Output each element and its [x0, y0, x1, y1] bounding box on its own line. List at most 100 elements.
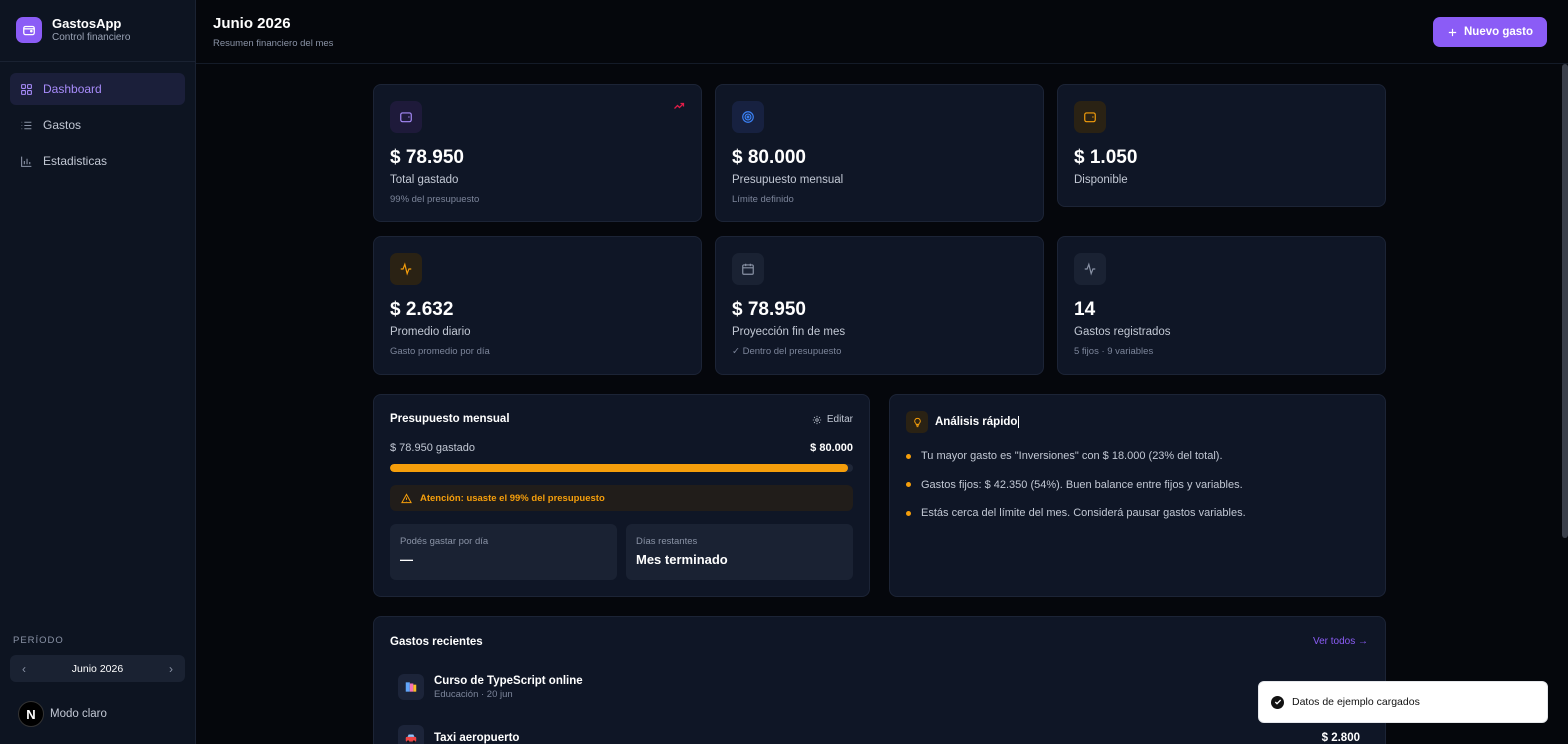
divider — [0, 61, 195, 62]
period-label: PERÍODO — [13, 635, 64, 646]
expense-name: Curso de TypeScript online — [434, 674, 583, 687]
wallet-icon — [1074, 101, 1106, 133]
app-subtitle: Control financiero — [52, 32, 131, 43]
edit-label: Editar — [826, 414, 853, 425]
analysis-header: Análisis rápido — [906, 411, 1020, 433]
stat-value: $ 1.050 — [1074, 147, 1138, 168]
budget-spent: $ 78.950 gastado — [390, 442, 476, 454]
page-subtitle: Resumen financiero del mes — [213, 38, 334, 49]
see-all-link[interactable]: Ver todos → — [1313, 636, 1368, 647]
recent-expenses-card: Gastos recientes Ver todos → Curso de Ty… — [373, 616, 1386, 744]
sidebar-item-gastos[interactable]: Gastos — [10, 109, 185, 141]
target-icon — [732, 101, 764, 133]
stat-value: $ 78.950 — [732, 299, 806, 320]
trending-up-icon — [674, 102, 685, 109]
stat-hint: 99% del presupuesto — [390, 194, 480, 205]
scrollbar[interactable] — [1562, 64, 1568, 538]
chevron-left-icon[interactable]: ‹ — [22, 662, 26, 676]
toast-message: Datos de ejemplo cargados — [1292, 696, 1420, 708]
stat-card-budget: $ 80.000 Presupuesto mensual Límite defi… — [715, 84, 1044, 222]
toast-notification: Datos de ejemplo cargados — [1258, 681, 1548, 723]
days-left-box: Días restantes Mes terminado — [626, 524, 853, 580]
chevron-right-icon[interactable]: › — [169, 662, 173, 676]
warning-text: Atención: usaste el 99% del presupuesto — [420, 492, 605, 504]
stat-label: Total gastado — [390, 174, 459, 186]
stat-value: 14 — [1074, 299, 1096, 320]
stat-label: Disponible — [1074, 174, 1128, 186]
bullet-dot — [906, 482, 911, 487]
budget-total: $ 80.000 — [810, 442, 853, 454]
bar-chart-icon — [21, 156, 32, 167]
days-left-label: Días restantes — [636, 536, 698, 547]
sidebar-item-label: Gastos — [43, 118, 82, 132]
edit-budget-button[interactable]: Editar — [812, 414, 853, 425]
stat-card-total: $ 78.950 Total gastado 99% del presupues… — [373, 84, 702, 222]
gear-icon — [812, 415, 822, 424]
lightbulb-icon — [906, 411, 928, 433]
stat-hint: 5 fijos · 9 variables — [1074, 346, 1154, 357]
stat-label: Promedio diario — [390, 326, 471, 338]
calendar-icon — [732, 253, 764, 285]
activity-icon — [1074, 253, 1106, 285]
analysis-text: Gastos fijos: $ 42.350 (54%). Buen balan… — [921, 478, 1243, 491]
period-value: Junio 2026 — [71, 662, 124, 675]
stat-hint: Límite definido — [732, 194, 794, 205]
expense-meta: Educación · 20 jun — [434, 688, 513, 700]
theme-toggle-label: Modo claro — [50, 708, 107, 720]
list-item: Tu mayor gasto es "Inversiones" con $ 18… — [906, 449, 1246, 463]
stat-hint: ✓ Dentro del presupuesto — [732, 346, 842, 357]
page-header: Junio 2026 Resumen financiero del mes Nu… — [196, 0, 1568, 64]
per-day-label: Podés gastar por día — [400, 536, 489, 547]
stat-value: $ 2.632 — [390, 299, 454, 320]
stat-hint: Gasto promedio por día — [390, 346, 490, 357]
budget-warning: Atención: usaste el 99% del presupuesto — [390, 485, 853, 511]
books-icon — [398, 674, 424, 700]
analysis-text: Estás cerca del límite del mes. Consider… — [921, 507, 1246, 519]
analysis-list: Tu mayor gasto es "Inversiones" con $ 18… — [906, 449, 1246, 535]
expense-amount: $ 2.800 — [1321, 732, 1360, 744]
period-selector: ‹ Junio 2026 › — [10, 655, 185, 682]
list-item: Gastos fijos: $ 42.350 (54%). Buen balan… — [906, 478, 1246, 492]
wallet-logo-icon — [16, 17, 42, 43]
sidebar: GastosApp Control financiero Dashboard G… — [0, 0, 196, 744]
stat-card-daily-average: $ 2.632 Promedio diario Gasto promedio p… — [373, 236, 702, 375]
list-item[interactable]: Taxi aeropuerto — [398, 723, 519, 744]
analysis-card: Análisis rápido Tu mayor gasto es "Inver… — [889, 394, 1386, 597]
warning-icon — [401, 492, 412, 503]
sidebar-item-label: Estadisticas — [43, 154, 108, 168]
list-item: Estás cerca del límite del mes. Consider… — [906, 506, 1246, 520]
grid-icon — [21, 83, 32, 95]
recent-title: Gastos recientes — [390, 636, 483, 648]
budget-progress-bar — [390, 464, 853, 472]
days-left-value: Mes terminado — [636, 552, 728, 567]
sidebar-item-label: Dashboard — [43, 82, 102, 96]
new-expense-label: Nuevo gasto — [1463, 26, 1533, 38]
per-day-box: Podés gastar por día — — [390, 524, 617, 580]
app-name: GastosApp — [52, 16, 122, 31]
check-circle-icon — [1271, 695, 1284, 709]
stat-label: Presupuesto mensual — [732, 174, 844, 186]
next-logo-icon: N — [18, 701, 44, 727]
per-day-value: — — [400, 552, 413, 567]
stat-value: $ 78.950 — [390, 147, 464, 168]
plus-icon — [1448, 28, 1457, 36]
stat-card-available: $ 1.050 Disponible — [1057, 84, 1386, 207]
sidebar-item-estadisticas[interactable]: Estadisticas — [10, 145, 185, 177]
bullet-dot — [906, 453, 911, 459]
taxi-icon — [398, 725, 424, 744]
wallet-icon — [390, 101, 422, 133]
budget-card: Presupuesto mensual Editar $ 78.950 gast… — [373, 394, 870, 597]
list-item[interactable]: Curso de TypeScript online Educación · 2… — [398, 672, 583, 702]
stat-label: Gastos registrados — [1074, 326, 1171, 338]
sidebar-item-dashboard[interactable]: Dashboard — [10, 73, 185, 105]
analysis-text: Tu mayor gasto es "Inversiones" con $ 18… — [921, 450, 1223, 462]
stat-value: $ 80.000 — [732, 147, 806, 168]
bullet-dot — [906, 510, 911, 516]
stat-card-projection: $ 78.950 Proyección fin de mes ✓ Dentro … — [715, 236, 1044, 375]
new-expense-button[interactable]: Nuevo gasto — [1433, 17, 1547, 47]
analysis-title: Análisis rápido — [935, 416, 1020, 428]
brand[interactable]: GastosApp Control financiero — [16, 16, 130, 44]
theme-toggle[interactable]: N Modo claro — [18, 701, 107, 727]
activity-icon — [390, 253, 422, 285]
budget-progress-fill — [390, 464, 849, 472]
